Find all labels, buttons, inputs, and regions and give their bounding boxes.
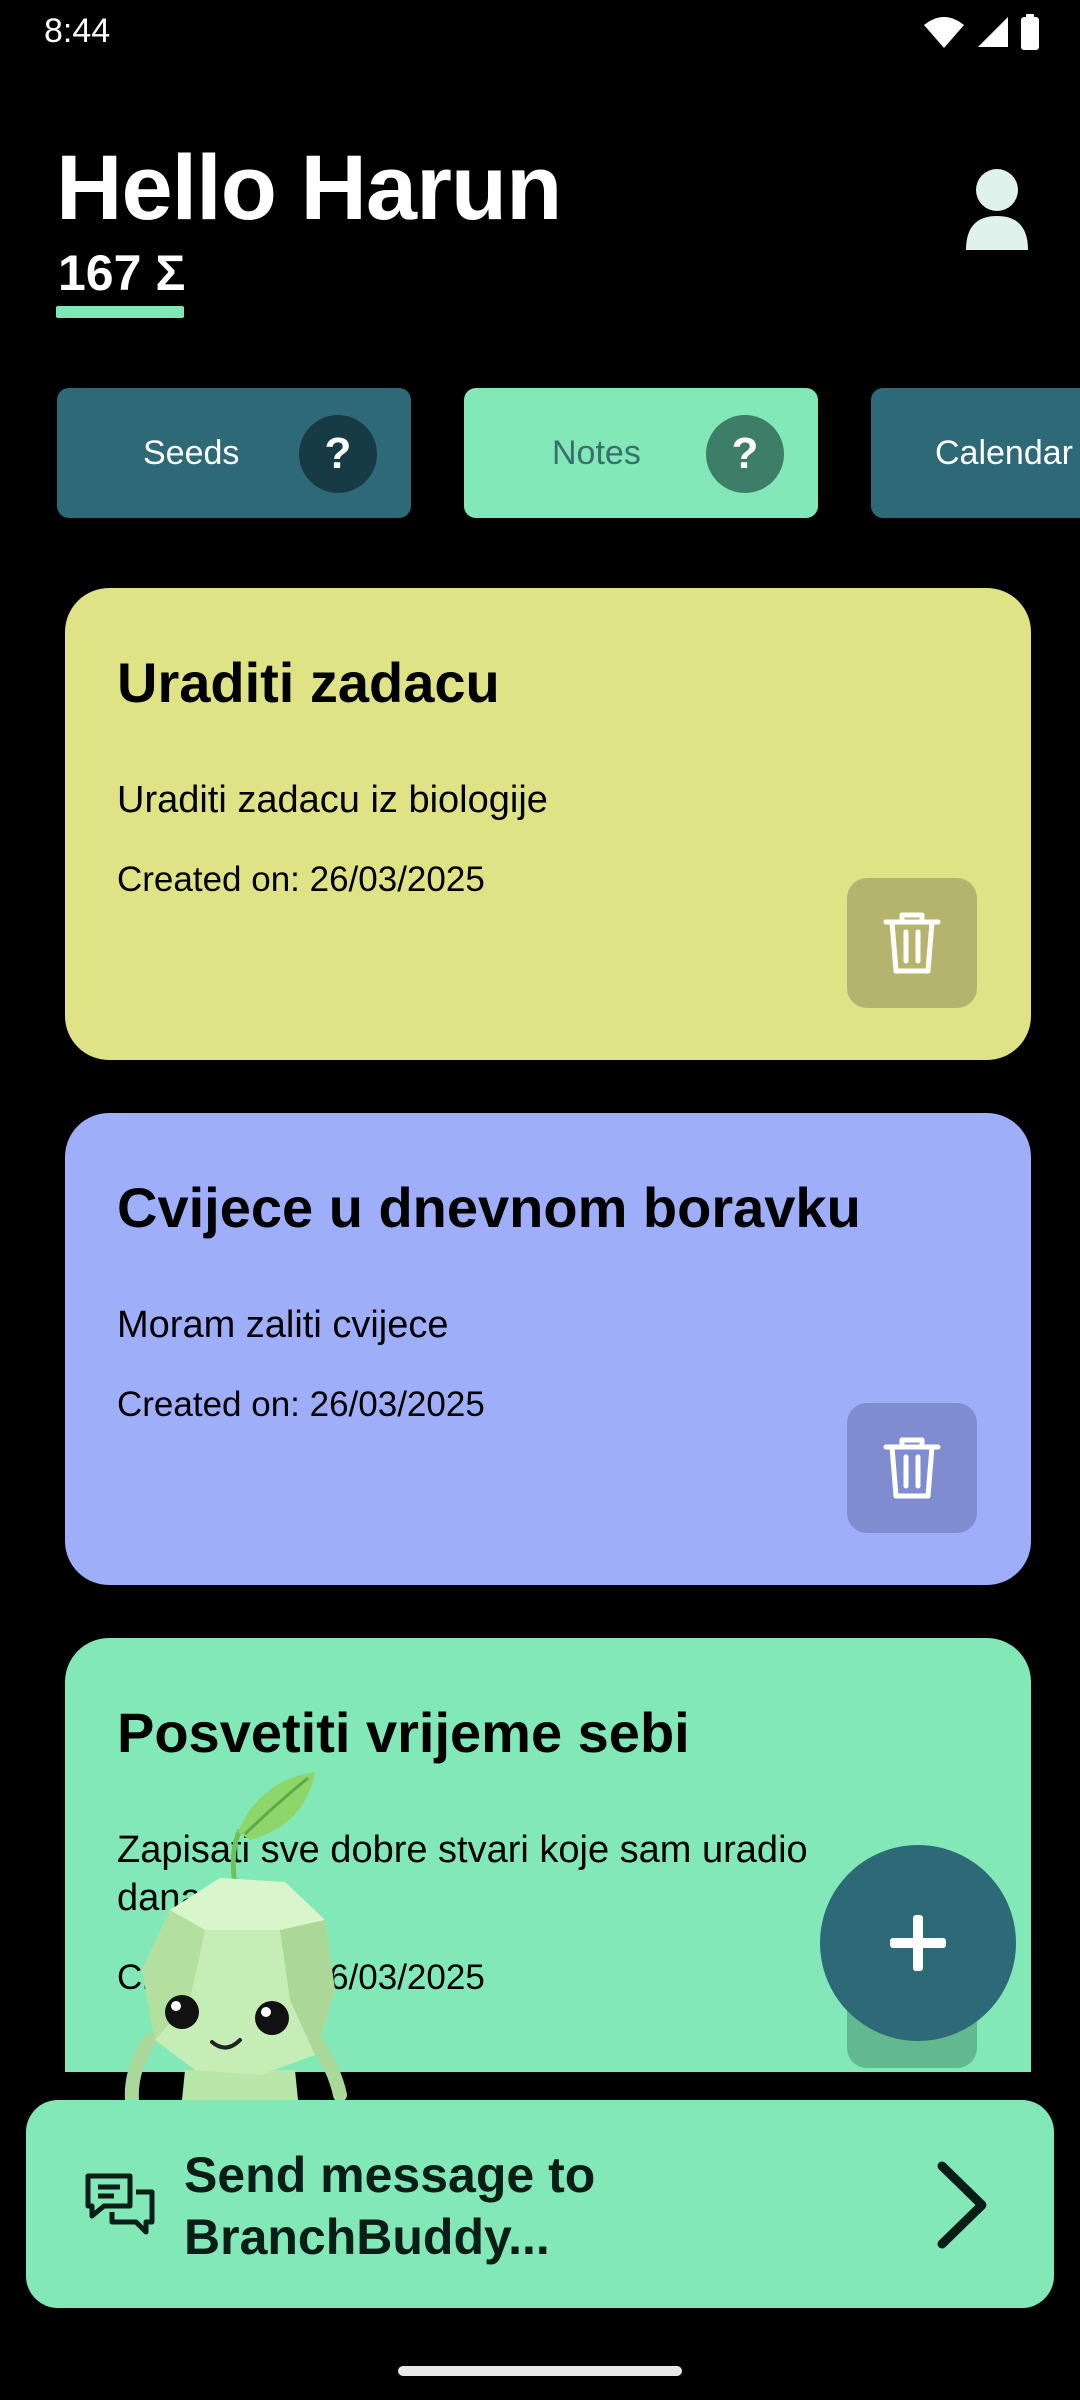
note-card[interactable]: Cvijece u dnevnom boravku Moram zaliti c…	[65, 1113, 1031, 1585]
tab-calendar-label: Calendar	[935, 434, 1073, 472]
branchbuddy-mascot	[124, 1772, 347, 2120]
tab-notes-label: Notes	[552, 434, 641, 472]
help-icon: ?	[324, 429, 352, 478]
note-title: Cvijece u dnevnom boravku	[117, 1176, 861, 1239]
points-underline	[56, 306, 184, 318]
note-date: Created on: 26/03/2025	[117, 1385, 485, 1424]
status-bar: 8:44	[0, 0, 1080, 62]
tab-seeds-label: Seeds	[143, 434, 240, 472]
chat-bubbles-icon	[85, 2173, 155, 2235]
trash-icon	[883, 912, 941, 974]
help-icon: ?	[731, 429, 759, 478]
note-body: Uraditi zadacu iz biologije	[117, 779, 548, 821]
person-icon	[966, 169, 1028, 250]
notes-help-button[interactable]: ?	[706, 415, 784, 493]
home-indicator[interactable]	[398, 2366, 682, 2376]
wifi-icon	[924, 17, 964, 48]
chat-bar[interactable]: Send message to BranchBuddy...	[26, 2100, 1054, 2308]
tab-notes[interactable]: Notes ?	[464, 388, 818, 518]
greeting-title: Hello Harun	[56, 137, 562, 239]
battery-icon	[1021, 14, 1039, 50]
delete-note-button[interactable]	[847, 878, 977, 1008]
chevron-right-icon[interactable]	[932, 2160, 992, 2250]
note-card[interactable]: Uraditi zadacu Uraditi zadacu iz biologi…	[65, 588, 1031, 1060]
delete-note-button[interactable]	[847, 1403, 977, 1533]
points-counter: 167 Σ	[58, 245, 186, 301]
note-date: Created on: 26/03/2025	[117, 860, 485, 899]
note-title: Uraditi zadacu	[117, 651, 500, 714]
status-time: 8:44	[44, 12, 111, 50]
signal-icon	[978, 17, 1008, 47]
seeds-help-button[interactable]: ?	[299, 415, 377, 493]
add-note-button[interactable]	[820, 1845, 1016, 2041]
notes-screen: 8:44 Hello Harun 167 Σ Seeds ? Notes ? C…	[0, 0, 1080, 2400]
status-icons	[922, 14, 1040, 50]
note-title: Posvetiti vrijeme sebi	[117, 1701, 690, 1764]
tab-calendar[interactable]: Calendar	[871, 388, 1080, 518]
tab-seeds[interactable]: Seeds ?	[57, 388, 411, 518]
plus-icon	[890, 1915, 946, 1971]
trash-icon	[883, 1437, 941, 1499]
profile-button[interactable]	[962, 168, 1032, 252]
note-body: Moram zaliti cvijece	[117, 1304, 449, 1346]
chat-prompt: Send message to BranchBuddy...	[184, 2147, 596, 2265]
